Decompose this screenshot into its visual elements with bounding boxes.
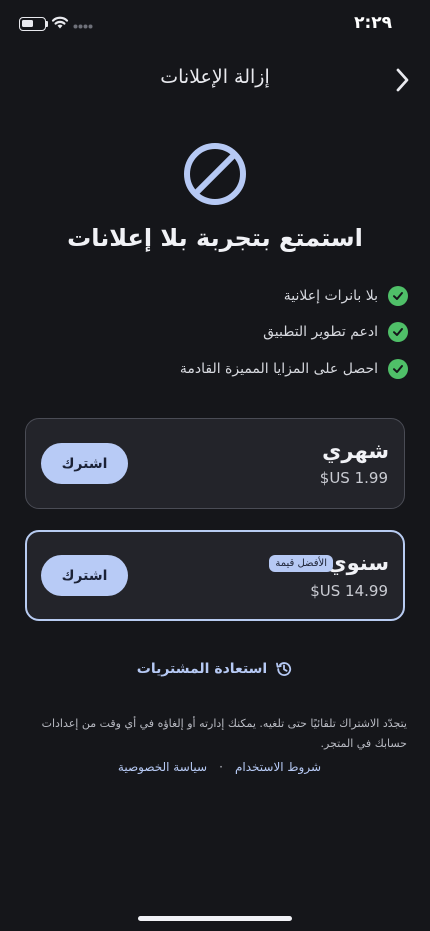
battery-icon	[19, 17, 46, 31]
check-icon	[388, 359, 408, 379]
subscribe-monthly-button[interactable]: اشترك	[41, 443, 128, 484]
wifi-icon	[51, 16, 69, 29]
feature-item: احصل على المزايا المميزة القادمة	[180, 357, 408, 381]
subscribe-yearly-button[interactable]: اشترك	[41, 555, 128, 596]
signal-icon	[73, 24, 93, 29]
page-title: إزالة الإعلانات	[160, 66, 270, 88]
feature-label: ادعم تطوير التطبيق	[263, 324, 378, 340]
battery-tip	[46, 21, 48, 27]
check-icon	[388, 286, 408, 306]
feature-label: احصل على المزايا المميزة القادمة	[179, 361, 378, 377]
history-icon	[276, 662, 292, 676]
feature-item: ادعم تطوير التطبيق	[263, 320, 408, 344]
status-bar: ٢:٢٩	[0, 0, 430, 50]
link-separator: ·	[219, 760, 223, 774]
status-time: ٢:٢٩	[354, 13, 392, 33]
subscription-terms-text: يتجدّد الاشتراك تلقائيًا حتى تلغيه. يمكن…	[41, 717, 407, 750]
feature-item: بلا بانرات إعلانية	[284, 284, 408, 308]
privacy-policy-link[interactable]: سياسة الخصوصية	[118, 760, 207, 774]
footer-links: شروط الاستخدام · سياسة الخصوصية	[118, 760, 321, 774]
terms-of-use-link[interactable]: شروط الاستخدام	[235, 760, 321, 774]
no-ads-icon	[184, 143, 246, 205]
chevron-right-icon[interactable]	[390, 66, 414, 94]
monthly-plan-card[interactable]: شهري $US 1.99 اشترك	[25, 418, 405, 509]
hero-title: استمتع بتجربة بلا إعلانات	[67, 224, 363, 252]
plan-name: شهري	[322, 439, 389, 463]
plan-name: سنوي	[327, 551, 389, 575]
home-indicator[interactable]	[138, 916, 292, 921]
feature-label: بلا بانرات إعلانية	[283, 288, 378, 304]
restore-label: استعادة المشتريات	[136, 661, 268, 677]
restore-purchases-button[interactable]: استعادة المشتريات	[0, 660, 430, 678]
check-icon	[388, 322, 408, 342]
best-value-badge: الأفضل قيمة	[269, 555, 333, 572]
remove-ads-screen: ٢:٢٩ إزالة الإعلانات استمتع بتجربة بلا إ…	[0, 0, 430, 931]
yearly-plan-card[interactable]: سنوي الأفضل قيمة $US 14.99 اشترك	[25, 530, 405, 621]
plan-price: $US 1.99	[319, 469, 388, 487]
plan-price: $US 14.99	[310, 582, 388, 600]
